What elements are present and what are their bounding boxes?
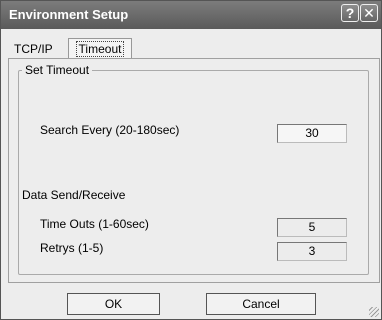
- environment-setup-dialog: Environment Setup ? ✕ TCP/IP Timeout Set…: [0, 0, 382, 320]
- dialog-title: Environment Setup: [9, 7, 129, 22]
- search-every-field[interactable]: 30: [277, 124, 347, 143]
- time-outs-field[interactable]: 5: [277, 218, 347, 237]
- tab-tcp-ip-label: TCP/IP: [14, 42, 53, 56]
- help-button[interactable]: ?: [341, 4, 359, 22]
- timeout-tab-panel: Set Timeout Search Every (20-180sec) 30 …: [8, 58, 380, 283]
- time-outs-value: 5: [308, 220, 316, 234]
- question-mark-icon: ?: [345, 5, 355, 21]
- search-every-label: Search Every (20-180sec): [40, 123, 180, 137]
- set-timeout-group: Set Timeout Search Every (20-180sec) 30 …: [18, 63, 369, 275]
- time-outs-label: Time Outs (1-60sec): [40, 217, 149, 231]
- close-button[interactable]: ✕: [360, 4, 378, 22]
- cancel-button[interactable]: Cancel: [206, 293, 316, 315]
- cancel-button-label: Cancel: [242, 297, 280, 311]
- ok-button[interactable]: OK: [67, 293, 160, 315]
- retrys-value: 3: [308, 244, 316, 258]
- retrys-label: Retrys (1-5): [40, 241, 104, 255]
- retrys-field[interactable]: 3: [277, 242, 347, 261]
- ok-button-label: OK: [104, 297, 123, 311]
- resize-grip[interactable]: [369, 307, 379, 317]
- tab-tcp-ip[interactable]: TCP/IP: [14, 39, 64, 59]
- tab-timeout-label: Timeout: [75, 41, 125, 57]
- close-icon: ✕: [363, 5, 375, 21]
- tab-timeout[interactable]: Timeout: [68, 38, 132, 58]
- title-bar[interactable]: Environment Setup ? ✕: [1, 1, 381, 29]
- search-every-value: 30: [305, 126, 319, 140]
- set-timeout-group-title: Set Timeout: [22, 63, 93, 77]
- data-send-receive-label: Data Send/Receive: [22, 188, 126, 202]
